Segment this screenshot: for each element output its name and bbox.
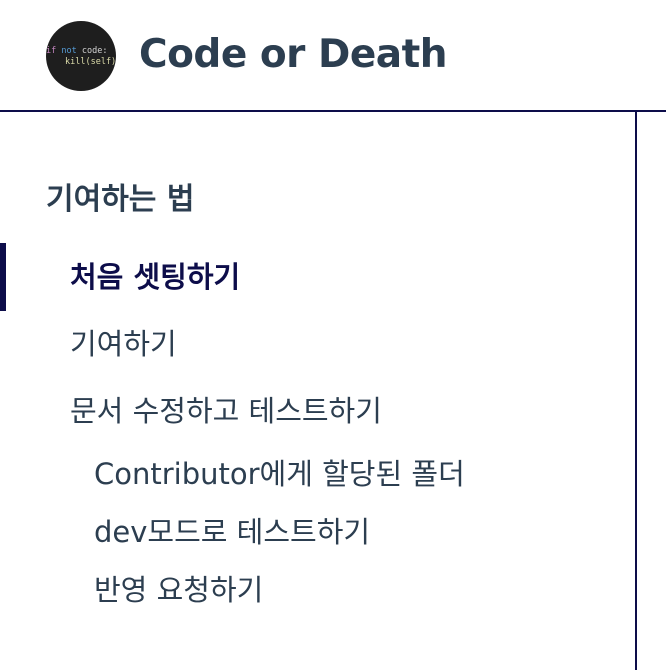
sidebar-subitem-pull-request[interactable]: 반영 요청하기 <box>94 570 263 610</box>
sidebar-item-edit-and-test-docs[interactable]: 문서 수정하고 테스트하기 <box>70 391 382 431</box>
sidebar-item-contribute[interactable]: 기여하기 <box>70 324 177 364</box>
logo-code-line-1: if not code: <box>46 46 108 56</box>
site-logo[interactable]: if not code: kill(self) <box>46 21 116 91</box>
page: if not code: kill(self) Code or Death 기여… <box>0 0 666 670</box>
sidebar-section-heading[interactable]: 기여하는 법 <box>46 178 194 222</box>
logo-code-line-2: kill(self) <box>65 57 116 67</box>
sidebar: 기여하는 법 처음 셋팅하기 기여하기 문서 수정하고 테스트하기 Contri… <box>0 112 637 670</box>
sidebar-subitem-dev-mode-test[interactable]: dev모드로 테스트하기 <box>94 512 370 552</box>
sidebar-item-initial-setup[interactable]: 처음 셋팅하기 <box>70 257 240 297</box>
site-title[interactable]: Code or Death <box>139 30 448 80</box>
active-indicator <box>0 243 6 311</box>
header: if not code: kill(self) Code or Death <box>0 0 666 112</box>
sidebar-subitem-contributor-folder[interactable]: Contributor에게 할당된 폴더 <box>94 454 465 494</box>
